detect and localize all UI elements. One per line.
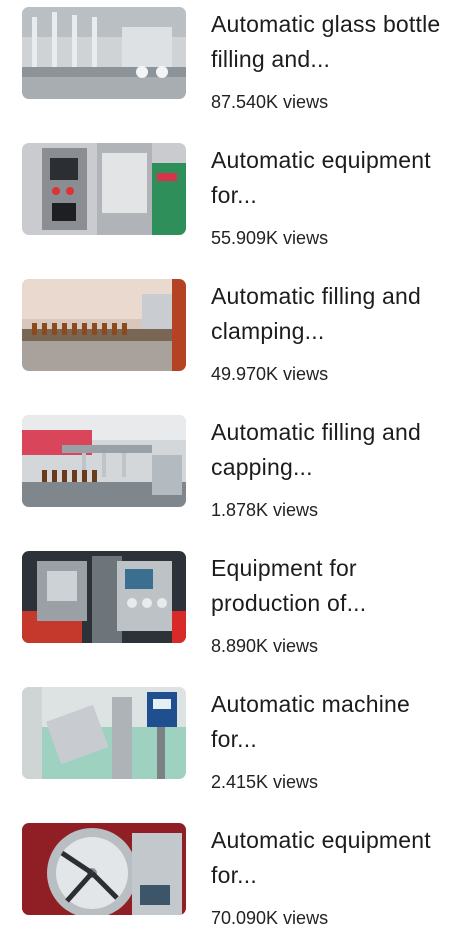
video-item[interactable]: Automatic glass bottle filling and... 87… [0, 0, 452, 136]
video-title[interactable]: Equipment for production of... [211, 551, 441, 621]
view-count: 87.540K views [211, 92, 329, 112]
view-count: 70.090K views [211, 908, 329, 928]
view-count: 2.415K views [211, 772, 319, 792]
thumbnail-image [22, 687, 186, 779]
video-thumbnail[interactable] [22, 415, 186, 507]
video-title[interactable]: Automatic glass bottle filling and... [211, 7, 441, 77]
thumbnail-image [22, 415, 186, 507]
video-thumbnail[interactable] [22, 7, 186, 99]
video-title[interactable]: Automatic filling and capping... [211, 415, 441, 485]
video-item[interactable]: Automatic filling and clamping... 49.970… [0, 272, 452, 408]
video-item[interactable]: Automatic machine for... 2.415K views [0, 680, 452, 816]
view-count: 1.878K views [211, 500, 319, 520]
video-thumbnail[interactable] [22, 279, 186, 371]
video-title[interactable]: Automatic machine for... [211, 687, 441, 757]
video-thumbnail[interactable] [22, 143, 186, 235]
view-count: 55.909K views [211, 228, 329, 248]
view-count: 8.890K views [211, 636, 319, 656]
video-thumbnail[interactable] [22, 687, 186, 779]
video-thumbnail[interactable] [22, 823, 186, 915]
thumbnail-image [22, 7, 186, 99]
thumbnail-image [22, 279, 186, 371]
thumbnail-image [22, 823, 186, 915]
thumbnail-image [22, 143, 186, 235]
video-item[interactable]: Automatic equipment for... 55.909K views [0, 136, 452, 272]
video-title[interactable]: Automatic filling and clamping... [211, 279, 441, 349]
video-item[interactable]: Automatic filling and capping... 1.878K … [0, 408, 452, 544]
thumbnail-image [22, 551, 186, 643]
video-thumbnail[interactable] [22, 551, 186, 643]
video-item[interactable]: Equipment for production of... 8.890K vi… [0, 544, 452, 680]
view-count: 49.970K views [211, 364, 329, 384]
video-title[interactable]: Automatic equipment for... [211, 143, 441, 213]
video-item[interactable]: Automatic equipment for... 70.090K views [0, 816, 452, 952]
video-title[interactable]: Automatic equipment for... [211, 823, 441, 893]
